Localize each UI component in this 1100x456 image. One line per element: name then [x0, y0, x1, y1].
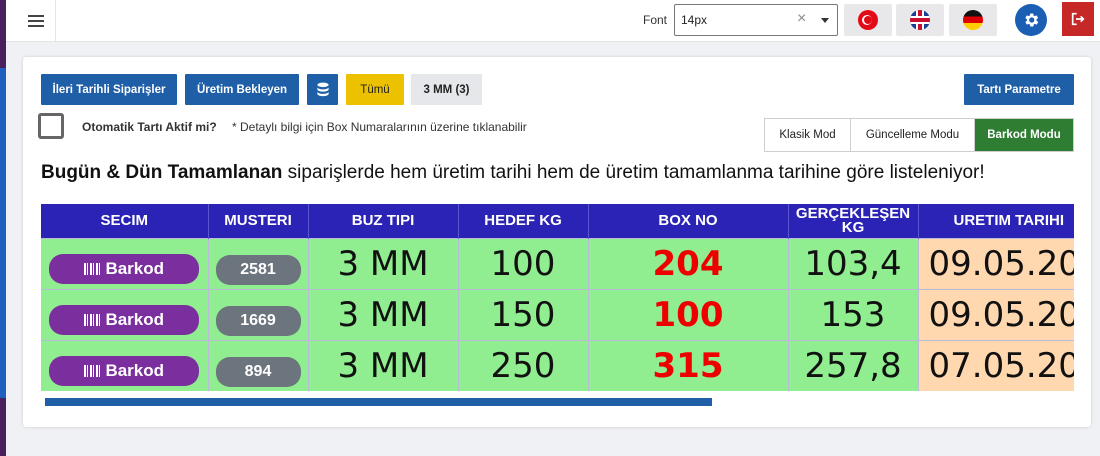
update-mode-button[interactable]: Güncelleme Modu: [851, 119, 975, 151]
barcode-icon: [84, 313, 101, 326]
target-kg-cell: 250: [458, 339, 589, 391]
barcode-button[interactable]: Barkod: [49, 304, 200, 335]
scale-parameter-button[interactable]: Tartı Parametre: [964, 74, 1074, 105]
orders-table-wrap: SECIM MUSTERI BUZ TIPI HEDEF KG BOX NO G…: [41, 204, 1074, 394]
column-header: SECIM: [41, 204, 209, 238]
sidebar-accent: [0, 68, 6, 398]
mode-switch: Klasik Mod Güncelleme Modu Barkod Modu: [764, 118, 1074, 152]
barcode-button[interactable]: Barkod: [49, 355, 200, 386]
awaiting-production-button[interactable]: Üretim Bekleyen: [185, 74, 299, 105]
barcode-icon: [84, 364, 101, 377]
customer-badge: 1669: [215, 305, 301, 336]
barcode-icon: [84, 262, 101, 275]
gear-icon: [1025, 13, 1039, 27]
logout-icon: [1071, 12, 1085, 26]
actual-kg-cell: 153: [788, 288, 919, 340]
info-text: * Detaylı bilgi için Box Numaralarının ü…: [232, 120, 527, 134]
future-orders-button[interactable]: İleri Tarihli Siparişler: [41, 74, 177, 105]
language-en-button[interactable]: [896, 4, 944, 36]
chevron-down-icon[interactable]: [821, 18, 829, 23]
customer-badge: 2581: [215, 254, 301, 285]
headline-bold: Bugün & Dün Tamamlanan: [41, 162, 283, 183]
language-tr-button[interactable]: [844, 4, 892, 36]
left-strip: [0, 0, 6, 456]
column-header: MUSTERI: [208, 204, 309, 238]
actual-kg-cell: 103,4: [788, 237, 919, 289]
production-date-cell: 07.05.2025: [918, 339, 1074, 391]
box-no-cell[interactable]: 315: [588, 339, 789, 391]
headline-rest: siparişlerde hem üretim tarihi hem de ür…: [282, 162, 985, 183]
production-date-cell: 09.05.2025: [918, 237, 1074, 289]
hamburger-icon[interactable]: [16, 0, 56, 42]
classic-mode-button[interactable]: Klasik Mod: [765, 119, 851, 151]
turkey-flag-icon: [858, 10, 878, 30]
settings-button[interactable]: [1015, 4, 1047, 36]
logout-button[interactable]: [1062, 2, 1094, 36]
barcode-mode-button[interactable]: Barkod Modu: [975, 119, 1073, 151]
page-headline: Bugün & Dün Tamamlanan siparişlerde hem …: [41, 162, 985, 184]
column-header: GERÇEKLEŞEN KG: [788, 204, 919, 238]
target-kg-cell: 100: [458, 237, 589, 289]
auto-weigh-label: Otomatik Tartı Aktif mi?: [82, 120, 217, 134]
column-header: URETIM TARIHI: [918, 204, 1074, 238]
language-de-button[interactable]: [949, 4, 997, 36]
horizontal-scrollbar[interactable]: [45, 398, 712, 406]
clear-icon[interactable]: ×: [797, 10, 806, 28]
box-no-cell[interactable]: 100: [588, 288, 789, 340]
database-icon: [316, 82, 329, 97]
database-button[interactable]: [307, 74, 338, 105]
customer-badge: 894: [215, 356, 301, 387]
font-size-value: 14px: [681, 13, 708, 27]
ice-type-cell: 3 MM: [308, 288, 459, 340]
table-row: Barkod 894 3 MM 250 315 257,8 07.05.2025: [41, 339, 1074, 391]
germany-flag-icon: [963, 10, 983, 30]
actual-kg-cell: 257,8: [788, 339, 919, 391]
top-bar: Font 14px ×: [6, 0, 1100, 42]
barcode-button[interactable]: Barkod: [49, 253, 200, 284]
table-row: Barkod 2581 3 MM 100 204 103,4 09.05.202…: [41, 237, 1074, 289]
column-header: BUZ TIPI: [308, 204, 459, 238]
auto-weigh-checkbox[interactable]: [38, 113, 64, 139]
column-header: HEDEF KG: [458, 204, 589, 238]
table-row: Barkod 1669 3 MM 150 100 153 09.05.2025: [41, 288, 1074, 340]
orders-table: SECIM MUSTERI BUZ TIPI HEDEF KG BOX NO G…: [41, 204, 1074, 391]
barcode-label: Barkod: [105, 258, 165, 278]
barcode-label: Barkod: [105, 360, 165, 380]
mm-filter-button[interactable]: 3 MM (3): [411, 74, 482, 105]
barcode-label: Barkod: [105, 309, 165, 329]
box-no-cell[interactable]: 204: [588, 237, 789, 289]
all-filter-button[interactable]: Tümü: [346, 74, 404, 105]
target-kg-cell: 150: [458, 288, 589, 340]
table-header-row: SECIM MUSTERI BUZ TIPI HEDEF KG BOX NO G…: [41, 204, 1074, 238]
ice-type-cell: 3 MM: [308, 237, 459, 289]
font-size-select[interactable]: 14px ×: [674, 4, 838, 36]
font-label: Font: [643, 13, 668, 27]
production-date-cell: 09.05.2025: [918, 288, 1074, 340]
ice-type-cell: 3 MM: [308, 339, 459, 391]
column-header: BOX NO: [588, 204, 789, 238]
uk-flag-icon: [910, 10, 930, 30]
